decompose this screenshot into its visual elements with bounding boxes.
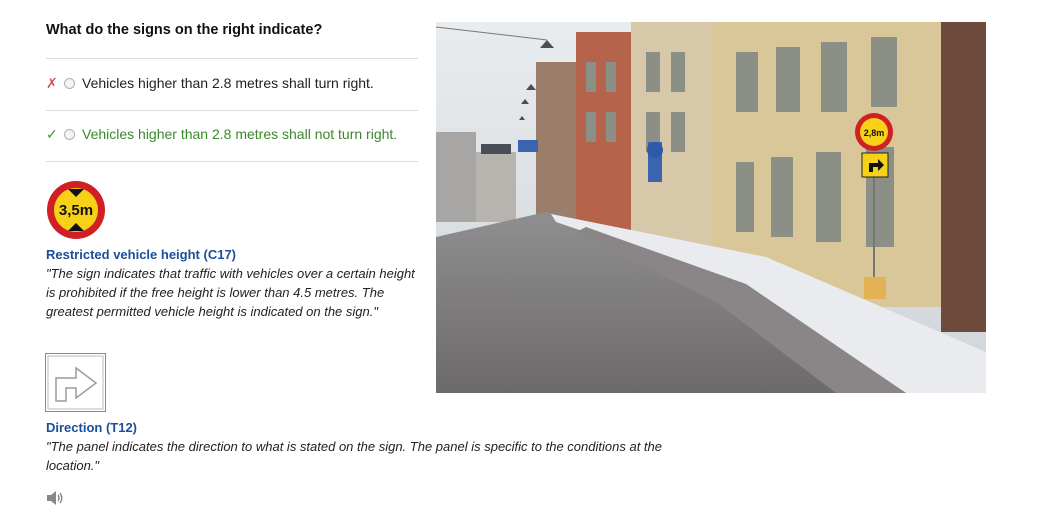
answer-option-1[interactable]: ✗ Vehicles higher than 2.8 metres shall … xyxy=(46,73,418,93)
sign-description: "The sign indicates that traffic with ve… xyxy=(46,266,415,319)
sign-value-text: 3,5m xyxy=(59,202,93,219)
divider xyxy=(46,110,418,111)
divider xyxy=(46,161,418,162)
option-label: Vehicles higher than 2.8 metres shall tu… xyxy=(82,75,374,91)
radio-button[interactable] xyxy=(64,128,75,140)
answer-option-2[interactable]: ✓ Vehicles higher than 2.8 metres shall … xyxy=(46,124,418,144)
sign-title: Direction (T12) xyxy=(46,420,138,435)
sign-title: Restricted vehicle height (C17) xyxy=(46,247,236,262)
direction-arrow-sign-icon xyxy=(45,353,106,412)
street-photo: 2,8m xyxy=(436,22,986,393)
radio-button[interactable] xyxy=(64,77,75,89)
speaker-icon[interactable] xyxy=(46,490,64,506)
question-title: What do the signs on the right indicate? xyxy=(46,22,323,38)
correct-mark-icon: ✓ xyxy=(46,125,58,142)
divider xyxy=(46,58,418,59)
photo-sign-text: 2,8m xyxy=(864,128,885,138)
sign-description: "The panel indicates the direction to wh… xyxy=(46,439,662,473)
wrong-mark-icon: ✗ xyxy=(46,74,58,91)
option-label: Vehicles higher than 2.8 metres shall no… xyxy=(82,126,398,142)
height-limit-sign-icon: 3,5m xyxy=(47,181,105,239)
